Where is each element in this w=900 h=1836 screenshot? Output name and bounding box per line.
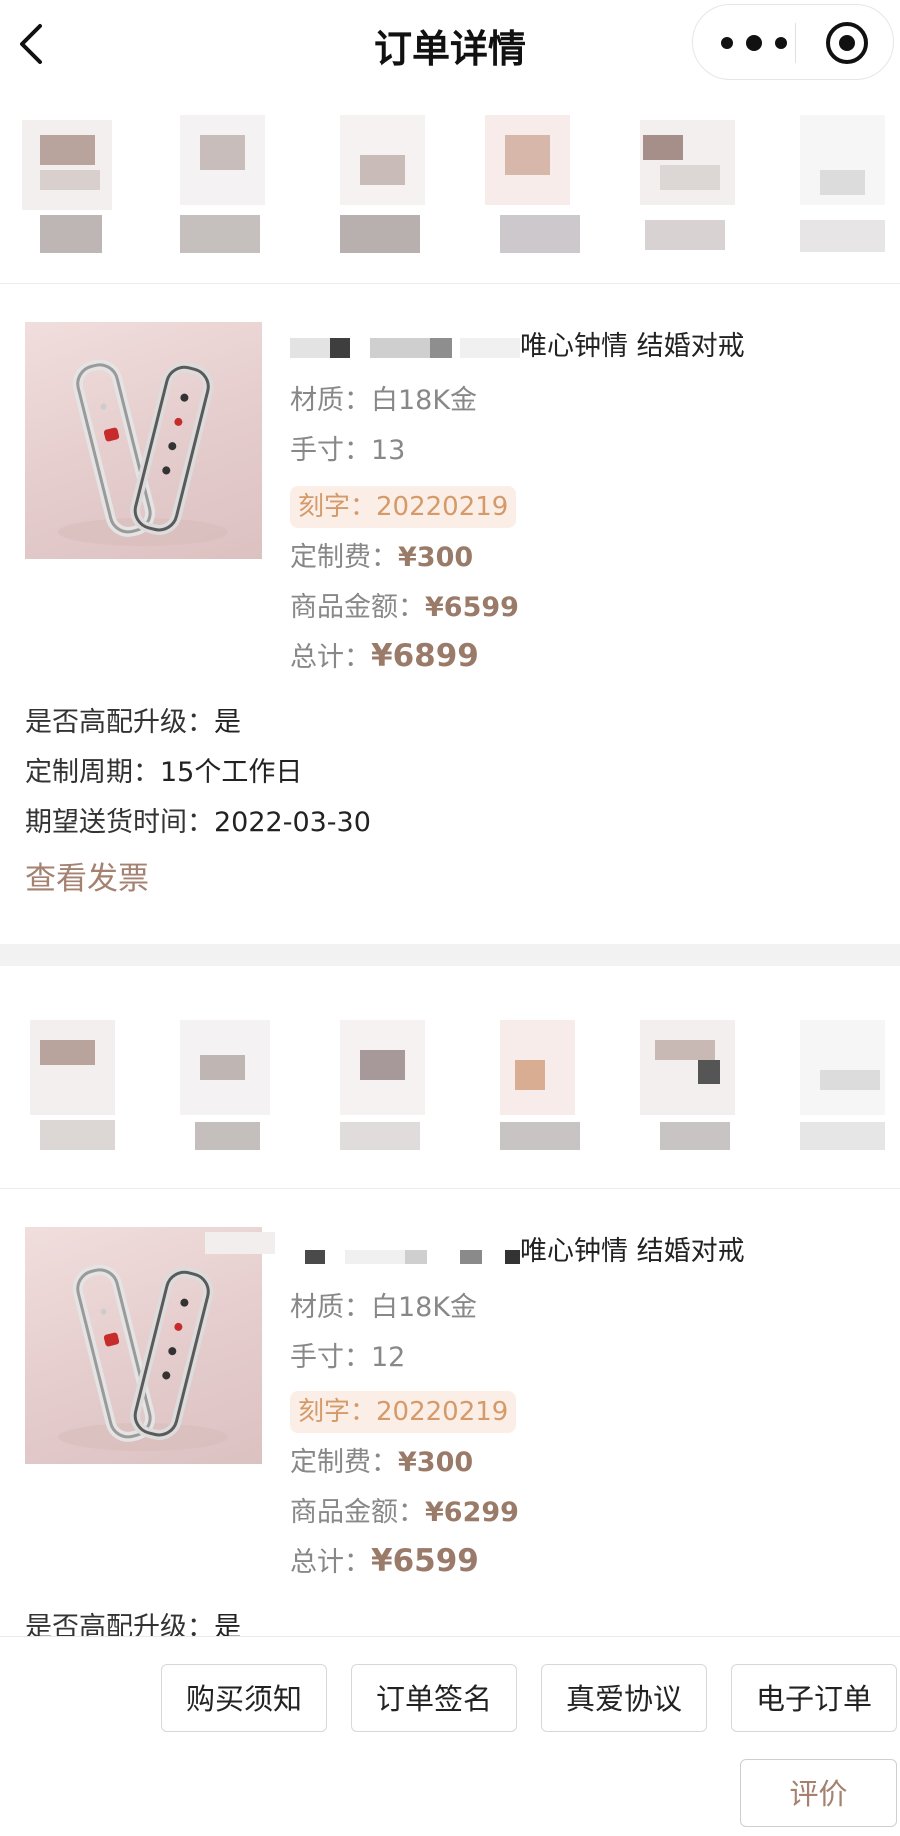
total-line: 总计：¥6599 (290, 1540, 479, 1579)
purchase-notice-button[interactable]: 购买须知 (161, 1664, 327, 1732)
product-name: 唯心钟情 结婚对戒 (520, 1236, 745, 1267)
top-nav-bar: 订单详情 (0, 0, 900, 86)
engrave-label: 刻字： (298, 1397, 377, 1427)
capsule-divider (795, 23, 796, 63)
redacted-mosaic-1 (0, 110, 900, 270)
period-value: 15个工作日 (160, 757, 303, 788)
goods-amount-label: 商品金额： (290, 1497, 425, 1528)
product-name: 唯心钟情 结婚对戒 (520, 331, 745, 362)
divider (0, 1188, 900, 1189)
custom-fee-line: 定制费：¥300 (290, 1440, 473, 1479)
goods-amount-value: ¥6299 (425, 1497, 519, 1528)
custom-fee-value: ¥300 (398, 1447, 474, 1478)
goods-amount-line: 商品金额：¥6599 (290, 585, 519, 624)
custom-fee-label: 定制费： (290, 542, 398, 573)
goods-amount-line: 商品金额：¥6299 (290, 1490, 519, 1529)
size-label: 手寸： (290, 1342, 371, 1373)
product-title-row[interactable]: 唯心钟情 结婚对戒 (290, 322, 760, 362)
view-invoice-link[interactable]: 查看发票 (25, 853, 149, 898)
delivery-line: 期望送货时间：2022-03-30 (25, 800, 371, 839)
engrave-badge: 刻字：20220219 (290, 1391, 517, 1433)
redacted-mosaic-2 (0, 1010, 900, 1170)
section-gap (0, 944, 900, 966)
material-label: 材质： (290, 1292, 371, 1323)
total-label: 总计： (290, 642, 371, 673)
material-line: 材质：白18K金 (290, 1285, 477, 1324)
redacted-text (305, 1250, 325, 1264)
delivery-value: 2022-03-30 (214, 807, 371, 838)
redacted-text (330, 338, 350, 358)
more-icon[interactable] (719, 29, 789, 57)
redacted-text (460, 338, 520, 358)
material-value: 白18K金 (371, 385, 478, 416)
period-label: 定制周期： (25, 757, 160, 788)
size-value: 13 (371, 435, 406, 466)
product-image[interactable] (25, 1227, 262, 1464)
engrave-value: 20220219 (376, 492, 509, 522)
engrave-label: 刻字： (298, 492, 377, 522)
engrave-badge: 刻字：20220219 (290, 486, 517, 528)
custom-fee-value: ¥300 (398, 542, 474, 573)
bottom-action-bar: 购买须知 订单签名 真爱协议 电子订单 评价 (0, 1636, 900, 1836)
period-line: 定制周期：15个工作日 (25, 750, 302, 789)
ring-image (58, 359, 228, 546)
close-miniprogram-icon[interactable] (825, 21, 869, 65)
review-button[interactable]: 评价 (740, 1759, 897, 1827)
engrave-value: 20220219 (376, 1397, 509, 1427)
goods-amount-value: ¥6599 (425, 592, 519, 623)
redacted-text (430, 338, 452, 358)
size-value: 12 (371, 1342, 406, 1373)
redacted-text (460, 1250, 482, 1264)
ring-image (58, 1264, 228, 1451)
electronic-order-button[interactable]: 电子订单 (731, 1664, 897, 1732)
goods-amount-label: 商品金额： (290, 592, 425, 623)
redacted-text (345, 1250, 405, 1264)
custom-fee-label: 定制费： (290, 1447, 398, 1478)
order-signature-button[interactable]: 订单签名 (351, 1664, 517, 1732)
size-label: 手寸： (290, 435, 371, 466)
upgrade-value: 是 (214, 707, 241, 738)
total-line: 总计：¥6899 (290, 635, 479, 674)
material-label: 材质： (290, 385, 371, 416)
material-value: 白18K金 (371, 1292, 478, 1323)
delivery-label: 期望送货时间： (25, 807, 214, 838)
redacted-text (405, 1250, 427, 1264)
redacted-text (505, 1250, 520, 1264)
custom-fee-line: 定制费：¥300 (290, 535, 473, 574)
mini-program-capsule (692, 4, 894, 80)
size-line: 手寸：12 (290, 1335, 405, 1374)
total-value: ¥6899 (371, 638, 479, 674)
total-label: 总计： (290, 1547, 371, 1578)
divider (0, 283, 900, 284)
product-image[interactable] (25, 322, 262, 559)
size-line: 手寸：13 (290, 428, 405, 467)
upgrade-label: 是否高配升级： (25, 707, 214, 738)
material-line: 材质：白18K金 (290, 378, 477, 417)
product-title-row[interactable]: 唯心钟情 结婚对戒 (205, 1227, 760, 1267)
upgrade-line: 是否高配升级：是 (25, 700, 241, 739)
total-value: ¥6599 (371, 1543, 479, 1579)
love-agreement-button[interactable]: 真爱协议 (541, 1664, 707, 1732)
redacted-text (205, 1232, 275, 1254)
